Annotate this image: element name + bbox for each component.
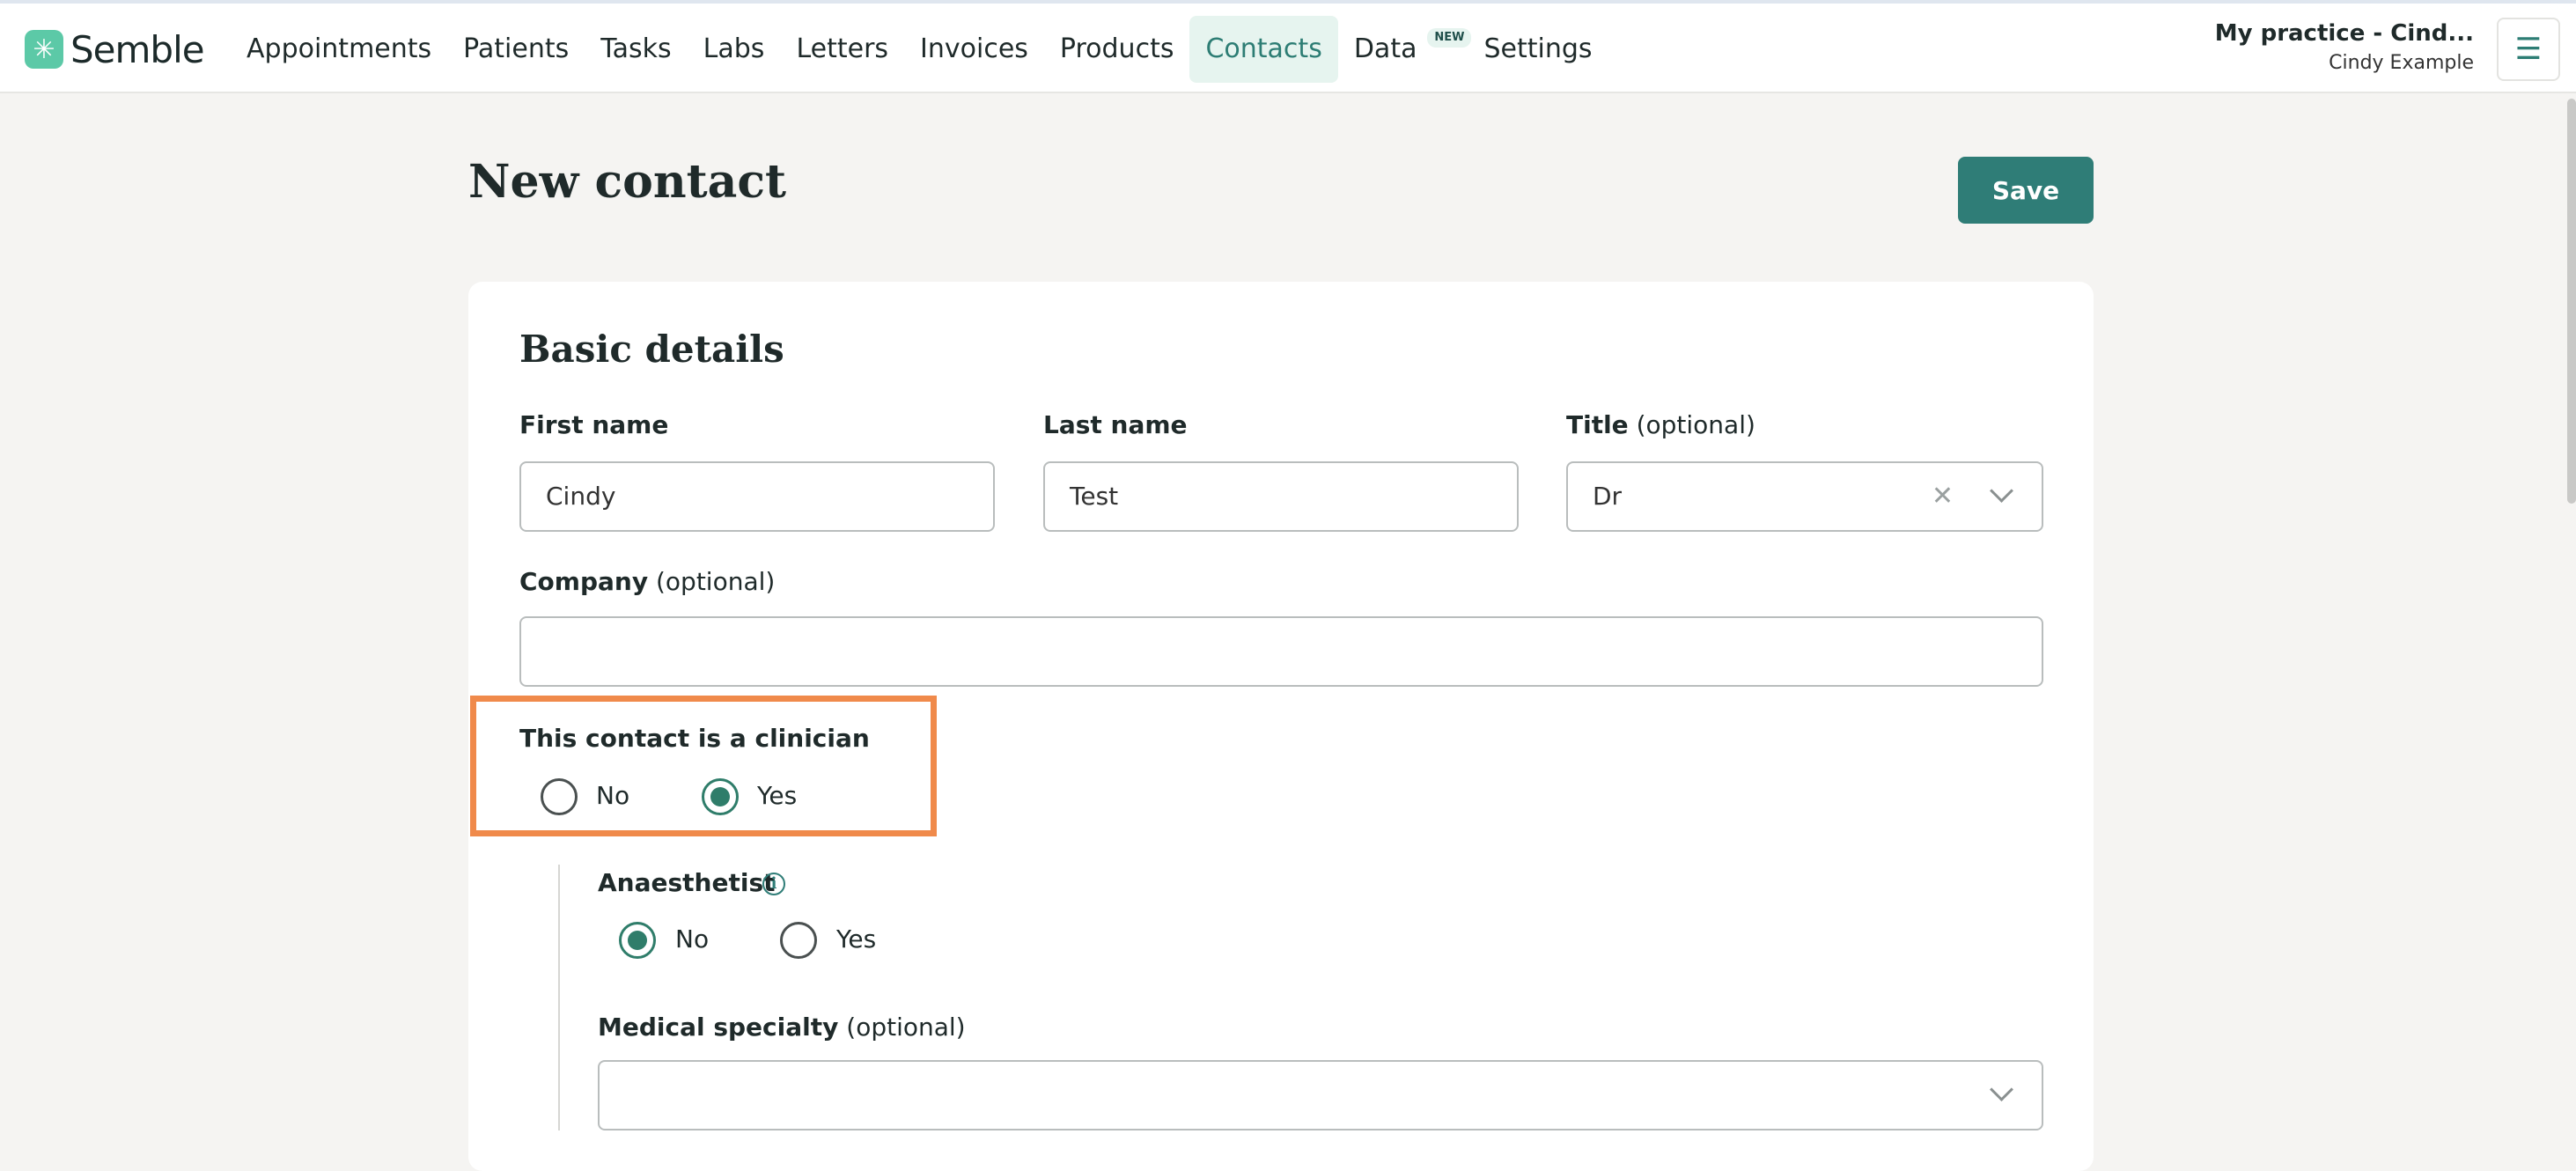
save-button[interactable]: Save — [1958, 157, 2094, 224]
nav-invoices[interactable]: Invoices — [904, 16, 1044, 83]
brand-name: Semble — [70, 27, 205, 71]
nav-data[interactable]: Data NEW — [1338, 16, 1472, 83]
clinician-no-label[interactable]: No — [596, 781, 629, 810]
account-switcher[interactable]: My practice - Cind... Cindy Example — [2215, 18, 2474, 77]
clinician-no-radio[interactable] — [541, 778, 578, 815]
company-label: Company (optional) — [519, 567, 776, 596]
anaesthetist-no-label[interactable]: No — [675, 924, 709, 954]
last-name-label: Last name — [1043, 410, 1188, 439]
chevron-down-icon[interactable] — [1990, 1078, 2013, 1101]
clinician-yes-label[interactable]: Yes — [757, 781, 797, 810]
title-select-value: Dr — [1593, 482, 1623, 511]
new-badge: NEW — [1427, 28, 1472, 48]
first-name-label: First name — [519, 410, 669, 439]
anaesthetist-yes-radio[interactable] — [780, 922, 817, 959]
section-title: Basic details — [519, 328, 784, 371]
first-name-input[interactable]: Cindy — [519, 461, 995, 532]
nav-tasks[interactable]: Tasks — [585, 16, 687, 83]
nav-patients[interactable]: Patients — [447, 16, 585, 83]
page-title: New contact — [468, 155, 787, 209]
nav-settings[interactable]: Settings — [1468, 16, 1608, 83]
page-scrollbar[interactable] — [2567, 99, 2576, 504]
hamburger-menu-button[interactable]: ☰ — [2497, 18, 2560, 81]
medical-specialty-select[interactable] — [598, 1060, 2043, 1130]
semble-logo-icon: ✳ — [25, 30, 63, 69]
clinician-label: This contact is a clinician — [519, 724, 870, 753]
top-navbar: ✳ Semble Appointments Patients Tasks Lab… — [0, 4, 2576, 93]
main-nav: Appointments Patients Tasks Labs Letters… — [231, 16, 1608, 83]
chevron-down-icon[interactable] — [1990, 479, 2013, 503]
anaesthetist-label: Anaesthetist — [598, 868, 776, 897]
practice-name: My practice - Cind... — [2214, 20, 2474, 47]
title-select[interactable]: Dr ✕ — [1566, 461, 2043, 532]
last-name-input[interactable]: Test — [1043, 461, 1519, 532]
nav-labs[interactable]: Labs — [688, 16, 781, 83]
nav-letters[interactable]: Letters — [780, 16, 904, 83]
nav-data-label: Data — [1353, 33, 1417, 64]
anaesthetist-yes-label[interactable]: Yes — [836, 924, 876, 954]
anaesthetist-no-radio[interactable] — [619, 922, 656, 959]
user-name: Cindy Example — [2329, 52, 2474, 74]
nav-products[interactable]: Products — [1044, 16, 1190, 83]
info-icon[interactable]: i — [762, 873, 785, 895]
clinician-yes-radio[interactable] — [702, 778, 739, 815]
title-label: Title (optional) — [1566, 410, 1755, 439]
hamburger-icon: ☰ — [2514, 32, 2543, 67]
semble-logo[interactable]: ✳ Semble — [25, 27, 205, 71]
medical-specialty-label: Medical specialty (optional) — [598, 1013, 966, 1042]
clinician-highlight-box — [470, 696, 937, 836]
nav-appointments[interactable]: Appointments — [231, 16, 447, 83]
nav-contacts[interactable]: Contacts — [1189, 16, 1338, 83]
company-input[interactable] — [519, 616, 2043, 687]
clinician-section-indent — [558, 865, 560, 1130]
clear-icon[interactable]: ✕ — [1932, 463, 1954, 530]
